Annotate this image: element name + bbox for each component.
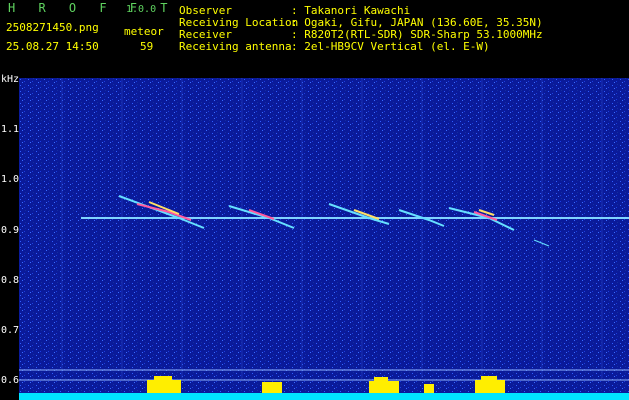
y-tick-1.1: 1.1 — [1, 124, 20, 135]
y-tick-0.9: 0.9 — [1, 225, 20, 236]
y-tick-0.8: 0.8 — [1, 275, 20, 286]
info-value-antenna: : 2el-HB9CV Vertical (el. E-W) — [291, 40, 490, 53]
y-tick-0.6: 0.6 — [1, 375, 20, 386]
file-name: 2508271450.png — [6, 21, 99, 34]
spectrogram — [19, 78, 629, 400]
counter-value: 59 — [140, 40, 154, 53]
info-label-antenna: Receiving antenna — [179, 40, 292, 53]
app-version: 1.0.0 — [126, 4, 157, 15]
baseline — [19, 393, 629, 400]
y-tick-0.7: 0.7 — [1, 325, 20, 336]
header: H R O F F T 1.0.0 2508271450.png meteor … — [0, 0, 629, 74]
noise-floor — [19, 78, 629, 400]
spectrogram-canvas — [19, 78, 629, 400]
y-unit: kHz — [1, 74, 20, 85]
timestamp: 25.08.27 14:50 — [6, 40, 99, 53]
counter-label: meteor — [124, 25, 164, 38]
y-tick-1.0: 1.0 — [1, 174, 20, 185]
